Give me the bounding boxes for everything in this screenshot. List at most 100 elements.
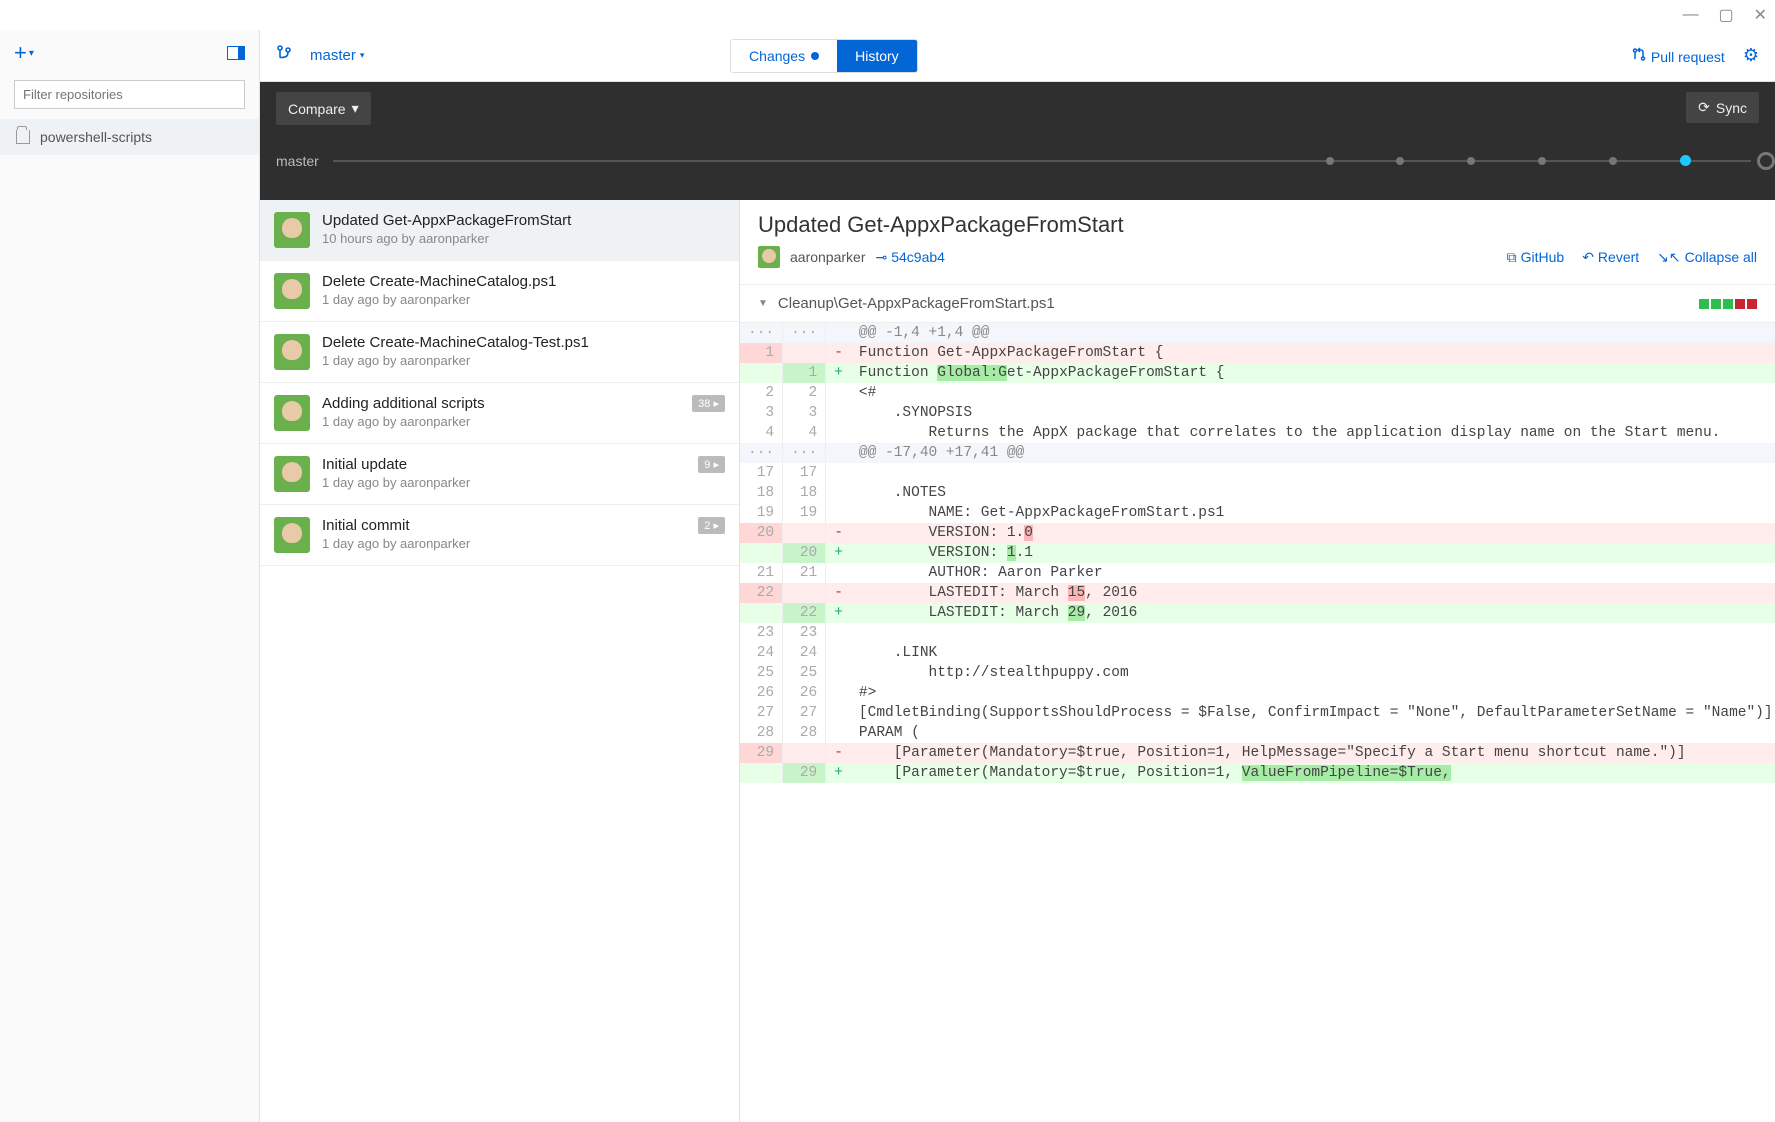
commit-list-item[interactable]: Delete Create-MachineCatalog.ps11 day ag… — [260, 261, 739, 322]
commit-title: Initial update — [322, 456, 686, 473]
header: master ▾ Changes History Pull request — [260, 30, 1775, 82]
commit-title: Updated Get-AppxPackageFromStart — [758, 212, 1757, 238]
avatar — [274, 273, 310, 309]
window-maximize-icon[interactable]: ▢ — [1718, 5, 1733, 25]
gear-icon: ⚙ — [1743, 45, 1759, 65]
compare-button[interactable]: Compare ▾ — [276, 92, 371, 125]
commit-sha-link[interactable]: ⊸ 54c9ab4 — [876, 249, 945, 266]
tab-label: History — [855, 48, 899, 64]
repo-name: powershell-scripts — [40, 129, 152, 145]
commit-list-item[interactable]: Initial commit 1 day ago by aaronparker 2 … — [260, 505, 739, 566]
commit-title: Updated Get-AppxPackageFromStart — [322, 212, 725, 229]
avatar — [274, 395, 310, 431]
file-count-badge: 38 ▸ — [692, 395, 725, 412]
branch-dropdown[interactable]: master ▾ — [310, 47, 364, 64]
commit-icon: ⊸ — [876, 249, 888, 266]
commit-list-item[interactable]: Initial update1 day ago by aaronparker9 … — [260, 444, 739, 505]
tab-history[interactable]: History — [837, 40, 917, 72]
avatar — [274, 334, 310, 370]
diff-body: ······@@ -1,4 +1,4 @@1-Function Get-Appx… — [740, 323, 1775, 783]
commit-timeline[interactable] — [333, 160, 1751, 162]
timeline-branch-label: master — [276, 153, 319, 169]
commit-author: aaronparker — [790, 249, 866, 265]
commit-title: Adding additional scripts — [322, 395, 680, 412]
plus-icon: + — [14, 40, 27, 66]
chevron-down-icon: ▼ — [758, 298, 768, 309]
diff-line: 2525 http://stealthpuppy.com — [740, 663, 1775, 683]
diff-line: 1717 — [740, 463, 1775, 483]
pull-request-icon — [1631, 46, 1647, 65]
revert-icon: ↶ — [1582, 249, 1594, 266]
window-minimize-icon[interactable]: — — [1682, 6, 1698, 24]
sync-label: Sync — [1716, 100, 1747, 116]
diff-line: 33 .SYNOPSIS — [740, 403, 1775, 423]
diff-line: ······@@ -1,4 +1,4 @@ — [740, 323, 1775, 343]
compare-label: Compare — [288, 101, 346, 117]
diff-line: 1818 .NOTES — [740, 483, 1775, 503]
filter-repos-input[interactable] — [14, 80, 245, 109]
commit-title: Initial commit — [322, 517, 686, 534]
external-link-icon: ⧉ — [1507, 249, 1517, 266]
file-count-badge: 9 ▸ — [698, 456, 725, 473]
toggle-sidebar-button[interactable] — [227, 46, 245, 60]
window-close-icon[interactable]: ✕ — [1754, 5, 1767, 25]
collapse-all-button[interactable]: ↘↖ Collapse all — [1657, 249, 1757, 266]
chevron-down-icon: ▾ — [29, 48, 34, 59]
collapse-icon: ↘↖ — [1657, 249, 1680, 266]
link-label: Collapse all — [1685, 249, 1757, 265]
diff-line: 29- [Parameter(Mandatory=$true, Position… — [740, 743, 1775, 763]
commit-meta: 1 day ago by aaronparker — [322, 353, 725, 368]
diff-line: 22+ LASTEDIT: March 29, 2016 — [740, 603, 1775, 623]
commit-list-item[interactable]: Updated Get-AppxPackageFromStart10 hours… — [260, 200, 739, 261]
diff-line: 2424 .LINK — [740, 643, 1775, 663]
diff-line: 22- LASTEDIT: March 15, 2016 — [740, 583, 1775, 603]
branch-icon — [276, 43, 292, 68]
diff-line: 44 Returns the AppX package that correla… — [740, 423, 1775, 443]
chevron-down-icon: ▾ — [352, 100, 359, 117]
sync-icon: ⟳ — [1698, 99, 1710, 116]
diff-line: 2828PARAM ( — [740, 723, 1775, 743]
diff-line: 2323 — [740, 623, 1775, 643]
diff-line: 1919 NAME: Get-AppxPackageFromStart.ps1 — [740, 503, 1775, 523]
diff-line: 2727[CmdletBinding(SupportsShouldProcess… — [740, 703, 1775, 723]
diff-line: 20+ VERSION: 1.1 — [740, 543, 1775, 563]
pull-request-button[interactable]: Pull request — [1631, 46, 1725, 65]
branch-label: master — [310, 47, 356, 64]
sync-button[interactable]: ⟳ Sync — [1686, 92, 1759, 123]
commit-list-item[interactable]: Delete Create-MachineCatalog-Test.ps1 1 d… — [260, 322, 739, 383]
commit-list: Updated Get-AppxPackageFromStart10 hours… — [260, 200, 740, 1122]
avatar — [274, 517, 310, 553]
add-repo-button[interactable]: +▾ — [14, 40, 34, 66]
changes-indicator-icon — [811, 52, 819, 60]
commit-list-item[interactable]: Adding additional scripts 1 day ago by aa… — [260, 383, 739, 444]
repo-icon — [16, 130, 30, 144]
link-label: Revert — [1598, 249, 1639, 265]
chevron-down-icon: ▾ — [360, 50, 365, 61]
tab-changes[interactable]: Changes — [731, 40, 837, 72]
window-controls: — ▢ ✕ — [0, 0, 1775, 30]
sidebar: +▾ powershell-scripts — [0, 30, 260, 1122]
diff-line: 20- VERSION: 1.0 — [740, 523, 1775, 543]
diff-line: 1-Function Get-AppxPackageFromStart { — [740, 343, 1775, 363]
diff-line: 1+Function Global:Get-AppxPackageFromSta… — [740, 363, 1775, 383]
file-count-badge: 2 ▸ — [698, 517, 725, 534]
diff-stat — [1699, 299, 1757, 309]
revert-button[interactable]: ↶Revert — [1582, 249, 1639, 266]
diff-line: 22<# — [740, 383, 1775, 403]
diff-line: 2121 AUTHOR: Aaron Parker — [740, 563, 1775, 583]
compare-bar: Compare ▾ ⟳ Sync master — [260, 82, 1775, 200]
sidebar-repo-item[interactable]: powershell-scripts — [0, 119, 259, 155]
commit-meta: 1 day ago by aaronparker — [322, 414, 680, 429]
diff-line: 2626#> — [740, 683, 1775, 703]
link-label: GitHub — [1521, 249, 1565, 265]
file-header[interactable]: ▼ Cleanup\Get-AppxPackageFromStart.ps1 — [740, 284, 1775, 323]
diff-panel: Updated Get-AppxPackageFromStart aaronpa… — [740, 200, 1775, 1122]
diff-line: 29+ [Parameter(Mandatory=$true, Position… — [740, 763, 1775, 783]
commit-meta: 1 day ago by aaronparker — [322, 292, 725, 307]
commit-title: Delete Create-MachineCatalog-Test.ps1 — [322, 334, 725, 351]
settings-button[interactable]: ⚙ — [1743, 45, 1759, 66]
diff-line: ······@@ -17,40 +17,41 @@ — [740, 443, 1775, 463]
open-github-link[interactable]: ⧉GitHub — [1507, 249, 1565, 266]
avatar — [758, 246, 780, 268]
commit-meta: 1 day ago by aaronparker — [322, 536, 686, 551]
